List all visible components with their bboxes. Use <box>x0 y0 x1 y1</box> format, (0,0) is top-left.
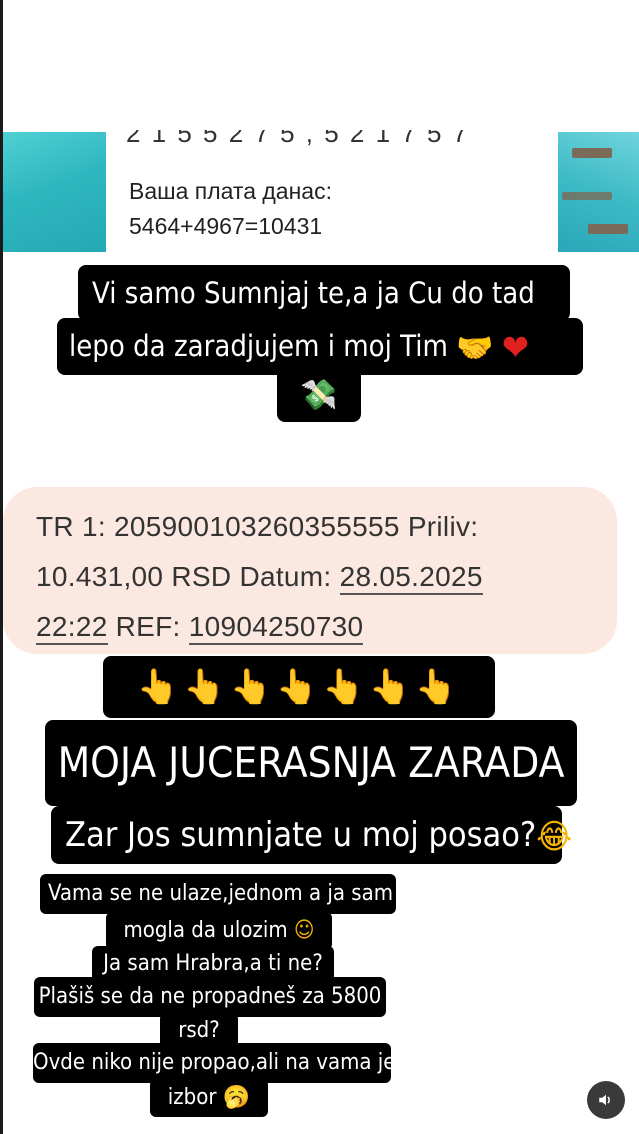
caption-text: lepo da zaradjujem i moj Tim 🤝 ❤ <box>57 318 583 375</box>
caption-line: Plašiš se da ne propadneš za 5800 <box>34 977 386 1017</box>
bank-ref-label: REF: <box>107 611 189 642</box>
sea-photo-left <box>3 132 106 252</box>
bank-amount: 10.431,00 RSD Datum: <box>36 561 340 592</box>
bank-time-link[interactable]: 22:22 <box>36 611 108 645</box>
blank-area <box>3 0 639 130</box>
bank-sms-line: 10.431,00 RSD Datum: 28.05.2025 <box>36 561 483 595</box>
sms-salary-sum: 5464+4967=10431 <box>129 213 323 239</box>
bank-date-link[interactable]: 28.05.2025 <box>339 561 483 595</box>
villa-shape <box>562 192 612 200</box>
caption-text: mogla da ulozim ☺ <box>106 912 332 950</box>
yawning-face-icon: 🥱 <box>222 1085 251 1110</box>
villa-shape <box>588 224 628 234</box>
caption-text: 💸 <box>277 368 361 422</box>
caption-text: Zar Jos sumnjate u moj posao?😂 <box>51 806 572 864</box>
caption-line: Zar Jos sumnjate u moj posao? <box>65 815 537 855</box>
sea-photo-right <box>558 132 639 252</box>
money-wings-icon: 💸 <box>300 378 338 413</box>
bank-sms-line: 22:22 REF: 10904250730 <box>36 611 364 645</box>
caption-text: Vi samo Sumnjaj te,a ja Cu do tad <box>78 265 570 321</box>
heart-icon: ❤ <box>501 327 529 369</box>
sound-toggle-button[interactable] <box>587 1081 625 1119</box>
sms-screenshot: 2 1 5 5 2 7 5 , 5 2 1 7 5 7 Ваша плата д… <box>3 130 639 254</box>
caption-line: lepo da zaradjujem i moj Tim <box>69 329 448 363</box>
laughing-tears-icon: 😂 <box>536 816 572 857</box>
caption-text: izbor 🥱 <box>150 1079 268 1117</box>
bank-ref-link[interactable]: 10904250730 <box>188 611 364 645</box>
sms-salary-label: Ваша плата данас: <box>129 178 332 204</box>
caption-line: Vama se ne ulaze,jednom a ja sam <box>40 874 396 914</box>
pointing-up-icon: 👆👆👆👆👆👆👆 <box>103 656 495 718</box>
villa-shape <box>572 148 612 158</box>
headline: MOJA JUCERASNJA ZARADA <box>45 720 577 806</box>
bank-sms-line: TR 1: 205900103260355555 Priliv: <box>36 511 479 542</box>
caption-line: izbor <box>167 1085 217 1110</box>
handshake-icon: 🤝 <box>456 330 494 366</box>
blushing-smile-icon: ☺ <box>293 918 315 943</box>
caption-line: mogla da ulozim <box>123 918 288 943</box>
caption-line: Ovde niko nije propao,ali na vama je <box>33 1043 395 1083</box>
cut-off-text: 2 1 5 5 2 7 5 , 5 2 1 7 5 7 <box>126 130 470 148</box>
caption-line: Vi samo Sumnjaj te,a ja Cu do tad <box>92 276 535 310</box>
speaker-icon <box>599 1094 610 1106</box>
